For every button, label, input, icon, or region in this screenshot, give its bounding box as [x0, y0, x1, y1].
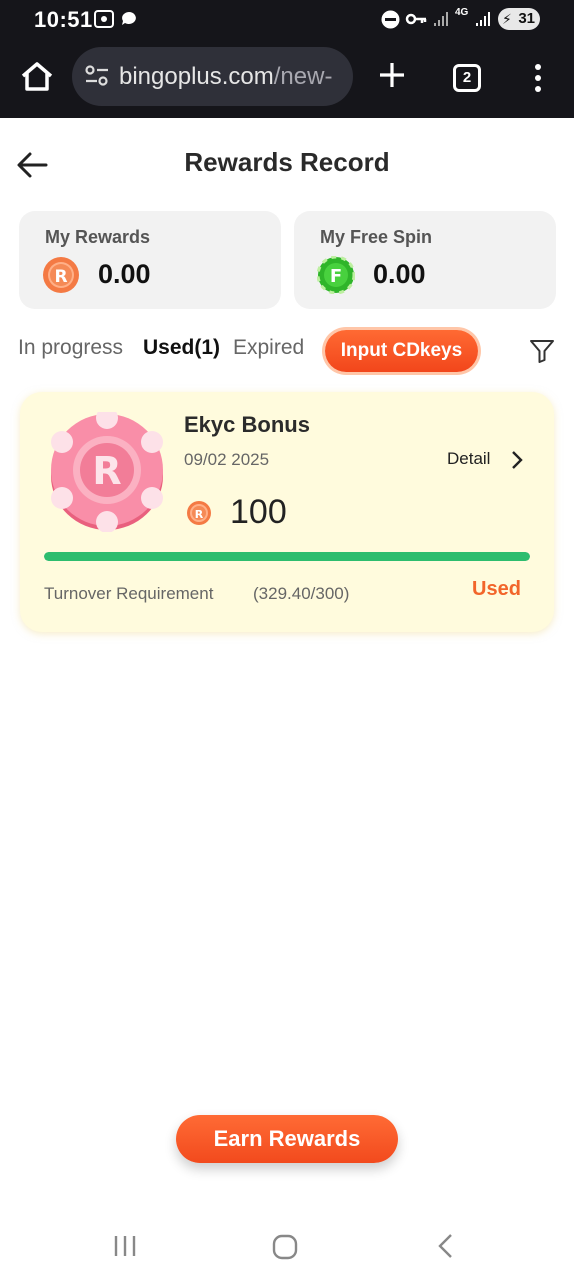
turnover-label: Turnover Requirement: [44, 584, 214, 603]
turnover-progress-fill: [44, 552, 530, 561]
reward-coin-letter: R: [54, 267, 67, 287]
home-icon[interactable]: [18, 58, 56, 96]
chevron-right-icon[interactable]: [510, 450, 524, 470]
my-rewards-card: My Rewards R 0.00: [19, 211, 281, 309]
vpn-key-icon: [405, 13, 427, 25]
chat-icon: [122, 12, 136, 25]
reward-date: 09/02 2025: [184, 450, 270, 469]
reward-chip-icon: R: [51, 412, 163, 532]
reward-status-badge: Used: [472, 578, 521, 600]
detail-link[interactable]: Detail: [447, 449, 490, 469]
battery-indicator: ⚡ 31: [498, 8, 540, 30]
more-menu-icon[interactable]: [530, 62, 546, 94]
my-rewards-value: 0.00: [98, 259, 151, 289]
nav-back-icon[interactable]: [436, 1233, 456, 1259]
reward-card[interactable]: R Ekyc Bonus 09/02 2025 Detail R 100 Tur…: [20, 392, 554, 632]
filter-icon[interactable]: [529, 338, 555, 364]
url-path: /new-: [273, 63, 333, 90]
reward-amount-coin-icon: R: [187, 501, 211, 525]
battery-level: 31: [518, 10, 535, 27]
earn-rewards-button[interactable]: Earn Rewards: [176, 1115, 398, 1163]
amount-coin-letter: R: [195, 508, 204, 521]
reward-amount: 100: [230, 493, 287, 531]
my-free-spin-value: 0.00: [373, 259, 426, 289]
network-type: 4G: [455, 7, 469, 18]
screenshot-icon: [94, 10, 114, 28]
new-tab-icon[interactable]: [376, 59, 408, 91]
turnover-progress-bar: [44, 552, 530, 561]
signal-icon: [434, 12, 448, 26]
free-spin-coin-icon: F: [317, 256, 355, 294]
page-title: Rewards Record: [184, 147, 390, 177]
status-time: 10:51: [34, 7, 93, 32]
url-host: bingoplus.com: [119, 63, 274, 90]
recent-apps-icon[interactable]: [112, 1234, 138, 1258]
charging-icon: ⚡: [502, 11, 512, 27]
turnover-value: (329.40/300): [253, 584, 350, 603]
nav-home-icon[interactable]: [272, 1234, 298, 1260]
input-cdkeys-button[interactable]: Input CDkeys: [325, 330, 478, 372]
do-not-disturb-icon: [381, 10, 400, 29]
my-free-spin-label: My Free Spin: [320, 227, 433, 247]
tab-used[interactable]: Used(1): [143, 336, 220, 360]
my-rewards-label: My Rewards: [45, 227, 151, 247]
tab-in-progress[interactable]: In progress: [18, 336, 123, 360]
site-settings-icon[interactable]: [84, 64, 110, 88]
signal-icon-2: [476, 12, 490, 26]
system-nav-bar: [0, 1212, 574, 1280]
reward-coin-icon: R: [43, 257, 79, 293]
tab-switcher-button[interactable]: 2: [453, 64, 481, 92]
tab-expired[interactable]: Expired: [233, 336, 304, 360]
status-bar: 10:51 4G ⚡ 31: [0, 0, 574, 40]
free-spin-coin-letter: F: [330, 266, 342, 287]
browser-toolbar: bingoplus.com/new- 2: [0, 40, 574, 118]
my-free-spin-card: My Free Spin F 0.00: [294, 211, 556, 309]
chip-letter: R: [92, 449, 121, 493]
url-text: bingoplus.com/new-: [119, 63, 344, 91]
reward-title: Ekyc Bonus: [184, 412, 310, 437]
address-bar[interactable]: bingoplus.com/new-: [72, 47, 353, 106]
